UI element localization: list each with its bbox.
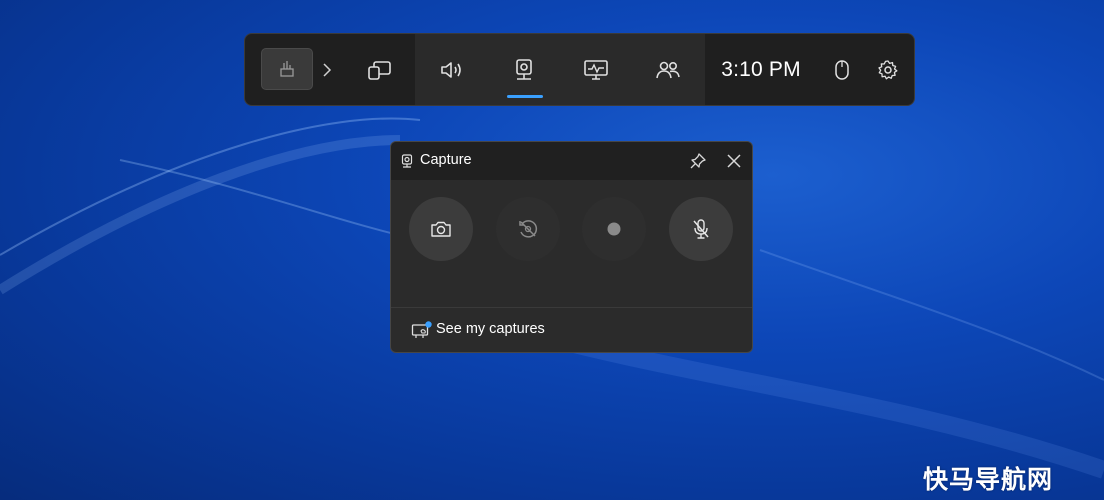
- active-widget-indicator: [507, 95, 543, 98]
- close-icon: [727, 154, 741, 168]
- watermark: 快马导航网: [923, 465, 1054, 494]
- people-icon: [656, 61, 680, 78]
- game-tile-icon: [280, 61, 294, 77]
- widget-store-icon: [368, 60, 391, 80]
- camera-icon: [431, 221, 451, 237]
- capture-widget: Capture See my captures: [390, 141, 753, 353]
- mouse-icon: [835, 59, 849, 80]
- social-button[interactable]: [645, 34, 691, 105]
- webcam-icon: [516, 58, 532, 80]
- start-recording-button[interactable]: [582, 197, 646, 261]
- webcam-icon: [401, 154, 413, 168]
- capture-header[interactable]: Capture: [391, 142, 752, 180]
- gallery-notification-icon: [411, 321, 432, 338]
- record-last-30s-button[interactable]: [496, 197, 560, 261]
- record-dot-icon: [607, 222, 621, 236]
- microphone-button[interactable]: [669, 197, 733, 261]
- expand-button[interactable]: [317, 34, 337, 105]
- speaker-icon: [441, 61, 461, 78]
- mouse-button[interactable]: [827, 34, 857, 105]
- pin-icon: [690, 153, 706, 169]
- mic-muted-icon: [693, 219, 709, 239]
- audio-button[interactable]: [429, 34, 475, 105]
- game-tile-button[interactable]: [261, 48, 313, 90]
- gear-icon: [878, 59, 898, 79]
- game-bar: 3:10 PM: [244, 33, 915, 106]
- settings-button[interactable]: [873, 34, 903, 105]
- performance-button[interactable]: [573, 34, 619, 105]
- see-my-captures-link[interactable]: See my captures: [391, 308, 752, 352]
- clock: 3:10 PM: [721, 57, 801, 81]
- capture-title: Capture: [420, 152, 472, 168]
- chevron-right-icon: [323, 62, 332, 77]
- screenshot-button[interactable]: [409, 197, 473, 261]
- close-button[interactable]: [723, 150, 745, 172]
- widget-store-button[interactable]: [357, 34, 403, 105]
- monitor-pulse-icon: [584, 59, 608, 80]
- rewind-disabled-icon: [519, 220, 538, 238]
- pin-button[interactable]: [687, 150, 709, 172]
- see-my-captures-label: See my captures: [436, 321, 545, 337]
